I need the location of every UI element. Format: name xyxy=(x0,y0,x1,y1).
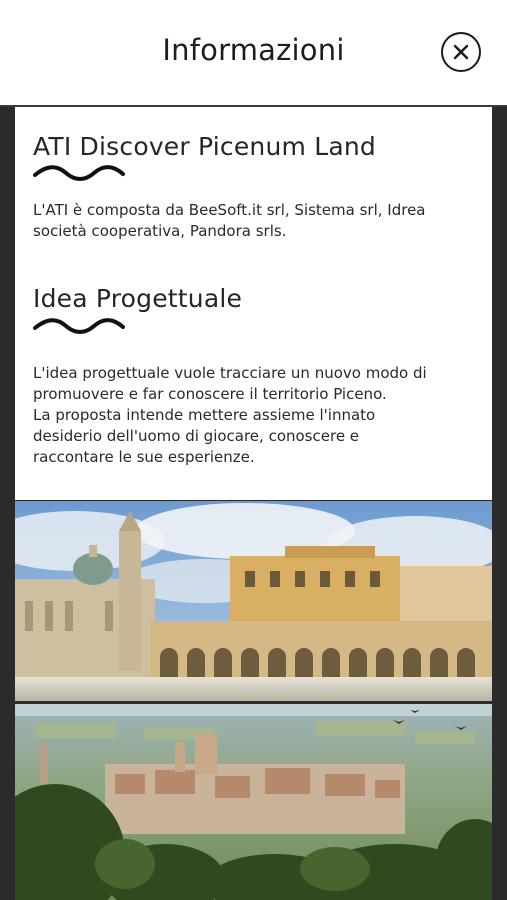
squiggle-divider xyxy=(33,318,125,334)
text-line: promuovere e far conoscere il territorio… xyxy=(33,385,387,403)
piazza-photo xyxy=(15,501,492,701)
squiggle-divider xyxy=(33,165,125,181)
text-line: La proposta intende mettere assieme l'in… xyxy=(33,406,376,424)
text-line: raccontare le sue esperienze. xyxy=(33,448,255,466)
section-title-idea: Idea Progettuale xyxy=(33,284,243,313)
close-button[interactable] xyxy=(441,32,481,72)
info-card: ATI Discover Picenum Land L'ATI è compos… xyxy=(15,107,492,500)
town-photo xyxy=(15,704,492,900)
section-text-idea: L'idea progettuale vuole tracciare un nu… xyxy=(33,363,483,468)
text-line: L'idea progettuale vuole tracciare un nu… xyxy=(33,364,427,382)
close-icon xyxy=(453,44,469,60)
app-header: Informazioni xyxy=(0,0,507,106)
section-title-ati: ATI Discover Picenum Land xyxy=(33,132,376,161)
section-text-ati: L'ATI è composta da BeeSoft.it srl, Sist… xyxy=(33,201,426,240)
text-line: desiderio dell'uomo di giocare, conoscer… xyxy=(33,427,360,445)
page-title: Informazioni xyxy=(162,33,345,67)
